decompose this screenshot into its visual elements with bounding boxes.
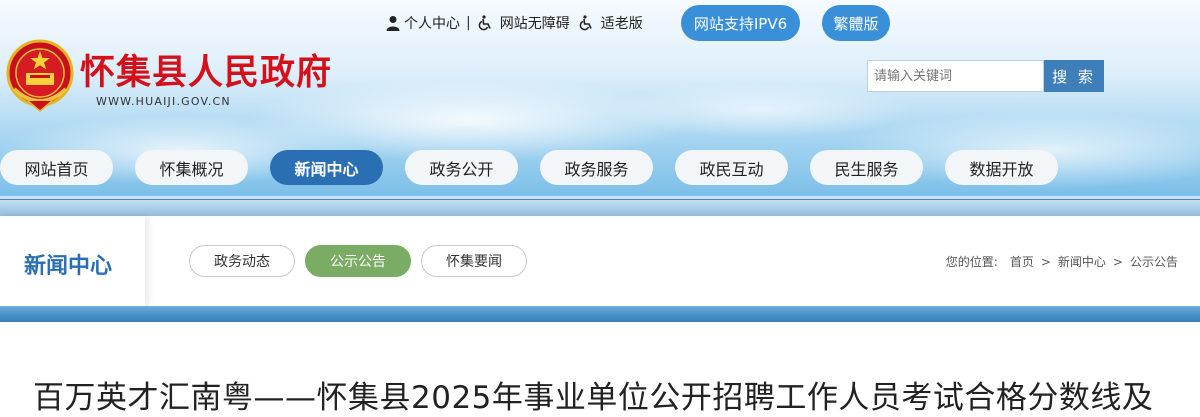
nav-item-news[interactable]: 新闻中心 [270,150,383,185]
personal-center-label: 个人中心 [404,16,460,32]
site-url: WWW.HUAIJI.GOV.CN [96,95,231,108]
user-icon [386,16,400,31]
traditional-chinese-button[interactable]: 繁體版 [822,5,890,41]
accessibility-link[interactable]: 网站无障碍 [477,13,570,33]
accessibility-label: 网站无障碍 [499,16,570,32]
nav-item-interaction[interactable]: 政民互动 [675,150,788,185]
section-title: 新闻中心 [24,254,113,279]
breadcrumb-separator: > [1040,254,1051,269]
tab-government-news[interactable]: 政务动态 [189,245,295,277]
nav-item-overview[interactable]: 怀集概况 [135,150,248,185]
national-emblem-icon[interactable] [6,39,74,113]
breadcrumb-separator: > [1112,254,1123,269]
nav-item-livelihood[interactable]: 民生服务 [810,150,923,185]
breadcrumb-announcements[interactable]: 公示公告 [1130,253,1178,270]
personal-center-link[interactable]: 个人中心 [385,13,460,33]
decorative-strip [0,306,1200,322]
wheelchair-icon [579,15,592,31]
tab-announcements[interactable]: 公示公告 [305,245,411,277]
nav-divider [0,199,1200,200]
nav-item-home[interactable]: 网站首页 [0,150,113,185]
breadcrumb-news[interactable]: 新闻中心 [1058,253,1106,270]
site-title[interactable]: 怀集县人民政府 [80,44,332,95]
elderly-mode-label: 适老版 [600,16,643,32]
top-links-separator: | [466,15,471,31]
tab-huaiji-news[interactable]: 怀集要闻 [421,245,527,277]
breadcrumb-prefix: 您的位置: [945,255,998,269]
search-input[interactable] [867,60,1044,92]
nav-item-services[interactable]: 政务服务 [540,150,653,185]
article-title: 百万英才汇南粤——怀集县2025年事业单位公开招聘工作人员考试合格分数线及 [33,380,1154,416]
breadcrumb-home[interactable]: 首页 [1010,253,1034,270]
wheelchair-icon [478,15,491,31]
search-button[interactable]: 搜 索 [1044,60,1104,92]
top-links: 个人中心 | 网站无障碍 适老版 [385,11,643,35]
nav-item-open-data[interactable]: 数据开放 [945,150,1058,185]
elderly-mode-link[interactable]: 适老版 [578,13,643,33]
nav-item-government-affairs[interactable]: 政务公开 [405,150,518,185]
breadcrumb: 您的位置: 首页 > 新闻中心 > 公示公告 [946,253,1178,270]
ipv6-badge[interactable]: 网站支持IPV6 [681,5,800,41]
